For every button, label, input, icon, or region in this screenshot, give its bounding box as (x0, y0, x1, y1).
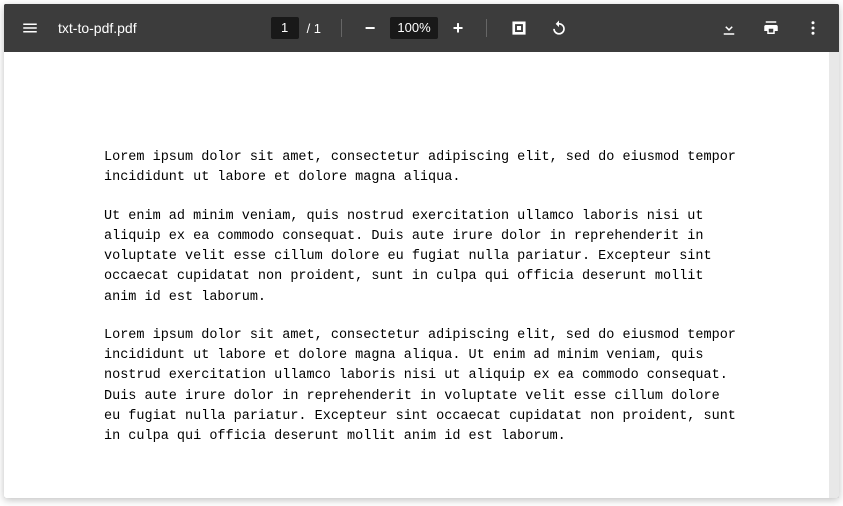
rotate-icon (549, 18, 569, 38)
scrollbar[interactable] (829, 52, 839, 498)
right-controls (711, 10, 831, 46)
pdf-viewer: txt-to-pdf.pdf 1 / 1 − 100% + (4, 4, 839, 498)
fit-page-icon (510, 19, 528, 37)
print-button[interactable] (753, 10, 789, 46)
download-button[interactable] (711, 10, 747, 46)
center-controls: 1 / 1 − 100% + (271, 10, 577, 46)
zoom-level[interactable]: 100% (390, 17, 438, 39)
more-button[interactable] (795, 10, 831, 46)
page: Lorem ipsum dolor sit amet, consectetur … (4, 52, 839, 498)
menu-button[interactable] (12, 10, 48, 46)
page-number-input[interactable]: 1 (271, 17, 299, 39)
separator (341, 19, 342, 37)
page-total: / 1 (307, 21, 321, 36)
paragraph: Lorem ipsum dolor sit amet, consectetur … (104, 326, 739, 448)
more-vert-icon (804, 19, 822, 37)
print-icon (762, 19, 780, 37)
hamburger-icon (21, 19, 39, 37)
paragraph: Ut enim ad minim veniam, quis nostrud ex… (104, 207, 739, 308)
document-viewport[interactable]: Lorem ipsum dolor sit amet, consectetur … (4, 52, 839, 498)
file-title: txt-to-pdf.pdf (58, 20, 137, 36)
fit-page-button[interactable] (501, 10, 537, 46)
paragraph: Lorem ipsum dolor sit amet, consectetur … (104, 148, 739, 189)
separator (486, 19, 487, 37)
download-icon (720, 19, 738, 37)
rotate-button[interactable] (541, 10, 577, 46)
toolbar: txt-to-pdf.pdf 1 / 1 − 100% + (4, 4, 839, 52)
zoom-out-button[interactable]: − (356, 14, 384, 42)
zoom-in-button[interactable]: + (444, 14, 472, 42)
